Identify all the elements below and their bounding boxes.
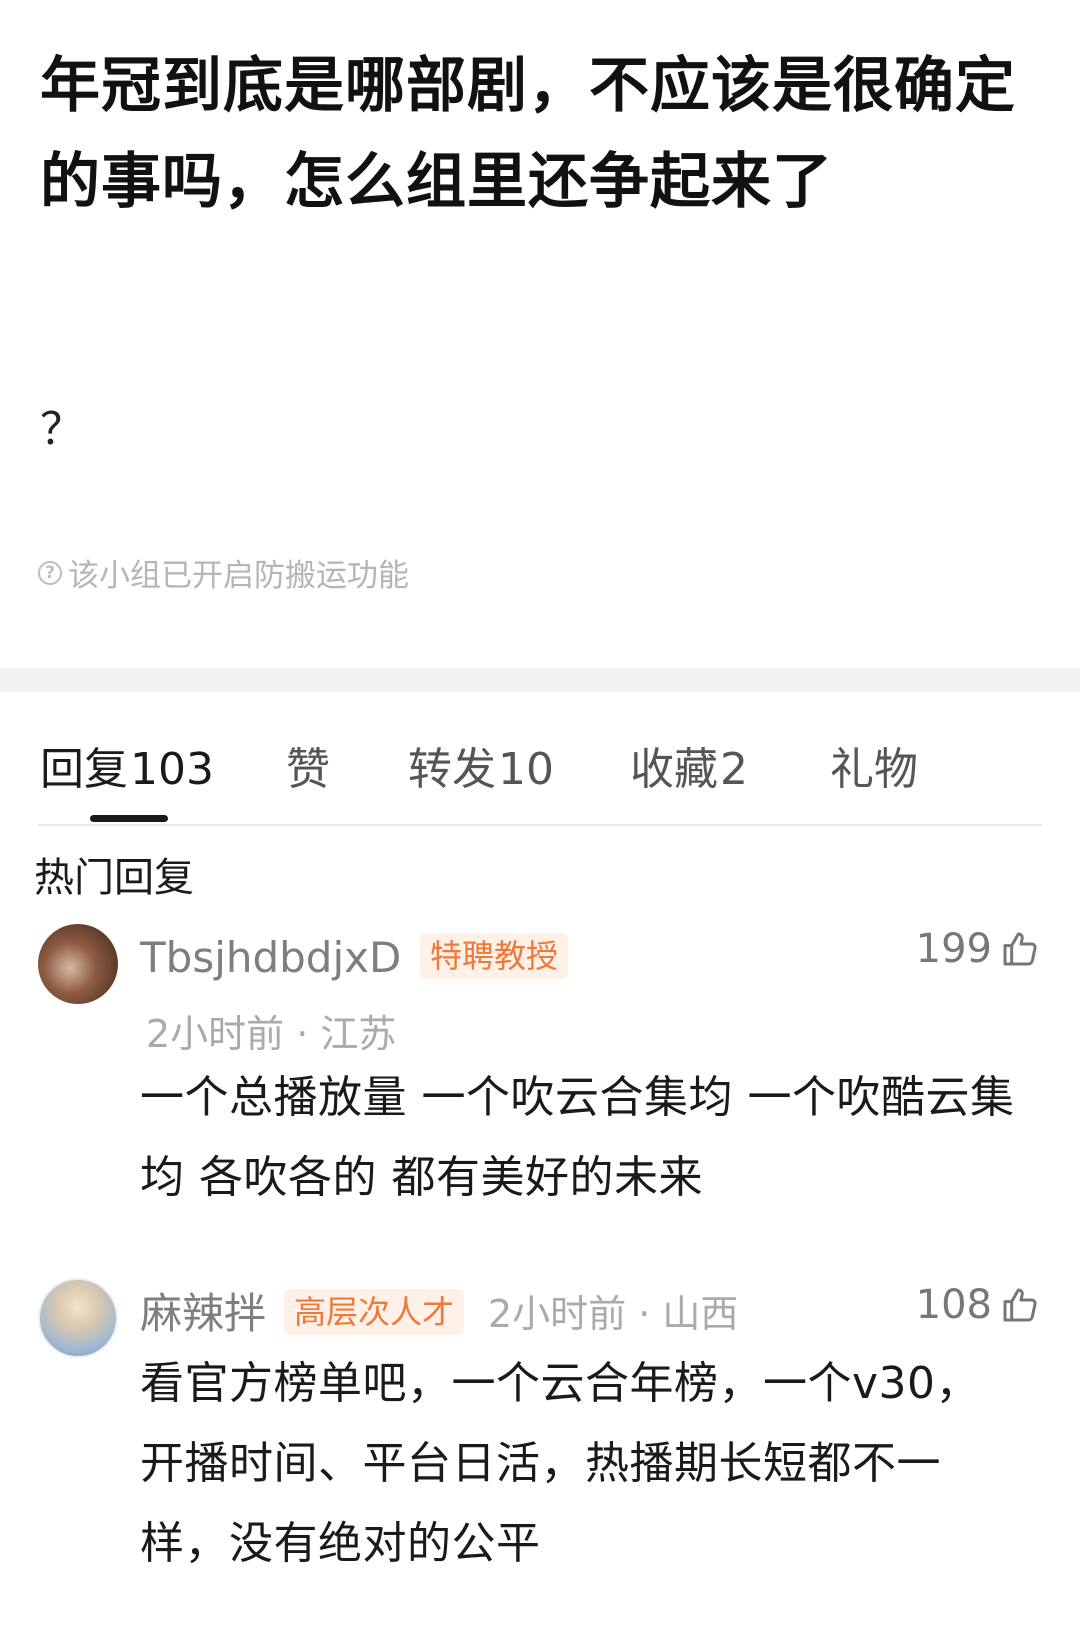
post-section: 年冠到底是哪部剧，不应该是很确定的事吗，怎么组里还争起来了 ？ ? 该小组已开启… <box>0 0 1080 668</box>
comment-meta: 2小时前 · 江苏 <box>146 1012 397 1056</box>
hot-replies-heading: 热门回复 <box>34 855 194 901</box>
tab-label: 赞 <box>286 744 330 795</box>
avatar[interactable] <box>38 924 118 1004</box>
notice-text: 该小组已开启防搬运功能 <box>68 558 409 594</box>
tabs-divider <box>38 824 1042 826</box>
comment-text: 一个总播放量 一个吹云合集均 一个吹酷云集均 各吹各的 都有美好的未来 <box>140 1072 1015 1203</box>
tab-favorites[interactable]: 收藏2 <box>630 742 748 798</box>
section-divider <box>0 668 1080 692</box>
user-title-badge: 特聘教授 <box>420 933 569 979</box>
post-tabs: 回复103 赞 转发10 收藏2 礼物 <box>0 692 1080 826</box>
tab-label: 收藏 <box>630 744 718 795</box>
tab-label: 回复 <box>40 744 128 795</box>
thumbs-up-icon <box>1003 932 1037 966</box>
tab-count: 103 <box>130 744 214 795</box>
comment-text: 看官方榜单吧，一个云合年榜，一个v30，开播时间、平台日活，热播期长短都不一样，… <box>140 1358 981 1569</box>
anti-repost-notice: ? 该小组已开启防搬运功能 <box>38 550 409 595</box>
thumbs-up-icon <box>1003 1288 1037 1322</box>
user-title-badge: 高层次人才 <box>284 1289 465 1335</box>
tab-count: 10 <box>498 744 554 795</box>
tab-reposts[interactable]: 转发10 <box>408 742 554 798</box>
post-body: ？ <box>40 404 84 455</box>
post-title: 年冠到底是哪部剧，不应该是很确定的事吗，怎么组里还争起来了 <box>40 51 1016 217</box>
like-count: 108 <box>915 1282 992 1328</box>
tab-count: 2 <box>720 744 748 795</box>
like-button[interactable]: 108 <box>916 1280 1040 1330</box>
info-circle-icon: ? <box>38 560 62 585</box>
tab-label: 礼物 <box>830 744 918 795</box>
comment-username[interactable]: TbsjhdbdjxD <box>140 932 401 984</box>
like-count: 199 <box>915 926 992 972</box>
comment-username[interactable]: 麻辣拌 <box>140 1288 266 1340</box>
comment-meta: 2小时前 · 山西 <box>488 1292 739 1336</box>
tab-label: 转发 <box>408 744 496 795</box>
tab-replies[interactable]: 回复103 <box>40 742 214 798</box>
tab-gifts[interactable]: 礼物 <box>830 742 918 798</box>
avatar[interactable] <box>38 1278 118 1358</box>
tab-likes[interactable]: 赞 <box>286 742 330 798</box>
active-tab-indicator <box>90 815 168 822</box>
like-button[interactable]: 199 <box>916 924 1040 974</box>
